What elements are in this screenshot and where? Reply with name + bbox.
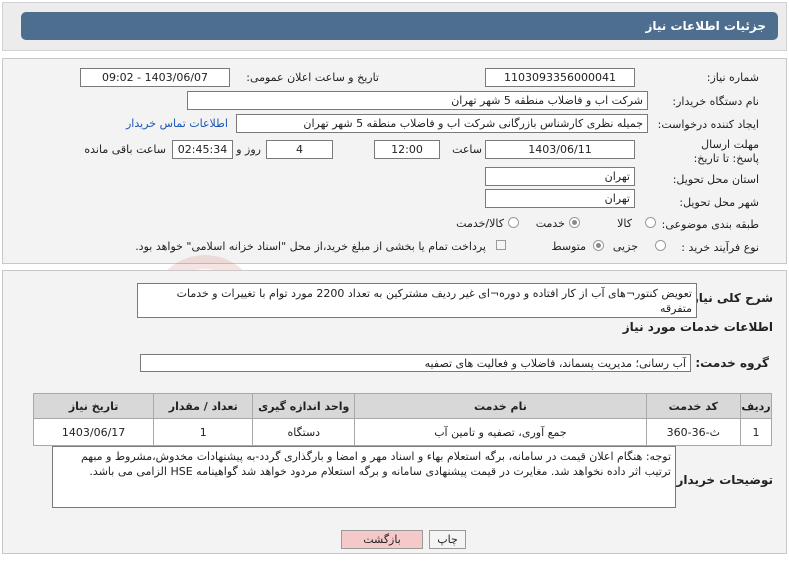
category-goods-service-label: کالا/خدمت [456, 217, 504, 230]
treasury-payment-checkbox[interactable] [496, 240, 506, 250]
province-label: استان محل تحویل: [672, 173, 759, 186]
days-field: 4 [266, 140, 333, 159]
services-table: ردیف کد خدمت نام خدمت واحد اندازه گیری ت… [32, 393, 772, 446]
category-service-label: خدمت [535, 217, 565, 230]
service-group-field: آب رسانی؛ مدیریت پسماند، فاضلاب و فعالیت… [140, 354, 691, 372]
col-row-number: ردیف [740, 393, 772, 419]
buyer-contact-link[interactable]: اطلاعات تماس خریدار [126, 117, 228, 130]
deadline-time-field: 12:00 [374, 140, 440, 159]
remaining-time-field: 02:45:34 [172, 140, 233, 159]
process-minor-radio[interactable] [655, 240, 666, 251]
city-label: شهر محل تحویل: [679, 196, 759, 209]
process-label: نوع فرآیند خرید : [681, 241, 759, 254]
remaining-label: ساعت باقی مانده [84, 143, 166, 156]
time-label: ساعت [452, 143, 482, 156]
cell-row-number: 1 [740, 418, 772, 446]
cell-need-date: 1403/06/17 [32, 418, 155, 446]
back-button[interactable]: بازگشت [341, 530, 423, 549]
creator-field: جمیله نظری کارشناس بازرگانی شرکت اب و فا… [236, 114, 648, 133]
page-title: جزئیات اطلاعات نیاز [21, 12, 778, 40]
cell-quantity: 1 [153, 418, 254, 446]
category-goods-label: کالا [617, 217, 632, 230]
col-need-date: تاریخ نیاز [32, 393, 155, 419]
need-info-panel [2, 58, 787, 264]
process-medium-label: متوسط [551, 240, 586, 253]
col-service-name: نام خدمت [354, 393, 647, 419]
services-section-title: اطلاعات خدمات مورد نیاز [622, 320, 773, 334]
process-medium-radio[interactable] [593, 240, 604, 251]
category-goods-radio[interactable] [645, 217, 656, 228]
buyer-notes-textarea: توجه: هنگام اعلان قیمت در سامانه، برگه ا… [52, 446, 676, 508]
deadline-date-field: 1403/06/11 [485, 140, 635, 159]
buyer-org-field: شرکت اب و فاضلاب منطقه 5 شهر تهران [187, 91, 648, 110]
category-goods-service-radio[interactable] [508, 217, 519, 228]
cell-unit: دستگاه [252, 418, 356, 446]
city-field: تهران [485, 189, 635, 208]
col-unit: واحد اندازه گیری [252, 393, 356, 419]
process-minor-label: جزیی [612, 240, 638, 253]
table-header-row: ردیف کد خدمت نام خدمت واحد اندازه گیری ت… [32, 393, 772, 419]
print-button[interactable]: چاپ [429, 530, 466, 549]
announce-datetime-field: 1403/06/07 - 09:02 [80, 68, 230, 87]
payment-note: پرداخت تمام یا بخشی از مبلغ خرید،از محل … [135, 240, 486, 253]
days-label: روز و [236, 143, 261, 156]
creator-label: ایجاد کننده درخواست: [657, 118, 759, 131]
deadline-label: مهلت ارسال پاسخ: تا تاریخ: [693, 138, 759, 165]
header-bar: جزئیات اطلاعات نیاز [2, 2, 787, 51]
col-quantity: تعداد / مقدار [153, 393, 254, 419]
cell-service-code: ث-36-360 [645, 418, 742, 446]
need-number-field: 1103093356000041 [485, 68, 635, 87]
need-number-label: شماره نیاز: [706, 71, 759, 84]
category-label: طبقه بندی موضوعی: [661, 218, 759, 231]
category-service-radio[interactable] [569, 217, 580, 228]
table-row: 1 ث-36-360 جمع آوری، تصفیه و تامین آب دس… [32, 418, 772, 446]
col-service-code: کد خدمت [645, 393, 742, 419]
summary-textarea: تعویض کنتور¬های آب از کار افتاده و دوره¬… [137, 283, 697, 318]
summary-label: شرح کلی نیاز: [687, 291, 773, 305]
service-group-label: گروه خدمت: [695, 356, 769, 370]
province-field: تهران [485, 167, 635, 186]
buyer-notes-label: توضیحات خریدار: [671, 473, 773, 487]
cell-service-name: جمع آوری، تصفیه و تامین آب [354, 418, 647, 446]
announce-label: تاریخ و ساعت اعلان عمومی: [246, 71, 379, 84]
buyer-org-label: نام دستگاه خریدار: [672, 95, 759, 108]
